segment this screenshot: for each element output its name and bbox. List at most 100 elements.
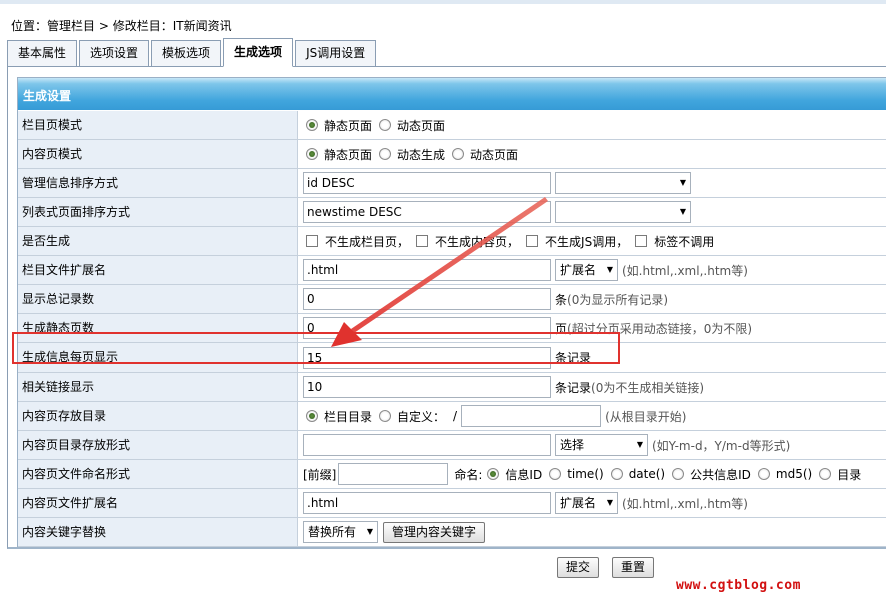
row-manage-order: 管理信息排序方式 id DESC ▼ bbox=[18, 169, 886, 198]
content-dir-custom-label: 自定义： bbox=[397, 409, 446, 424]
breadcrumb-prefix: 位置： bbox=[11, 19, 48, 33]
naming-date-radio[interactable] bbox=[610, 468, 623, 480]
chevron-down-icon: ▼ bbox=[366, 527, 373, 536]
dir-format-select[interactable]: 选择 ▼ bbox=[555, 434, 648, 456]
static-pages-input[interactable]: 0 bbox=[303, 317, 551, 339]
per-page-label: 生成信息每页显示 bbox=[18, 343, 298, 372]
list-mode-static-radio[interactable] bbox=[306, 119, 318, 131]
content-mode-dynamic-page-radio[interactable] bbox=[452, 148, 465, 160]
content-ext-select[interactable]: 扩展名 ▼ bbox=[555, 492, 618, 514]
dir-format-hint: (如Y-m-d，Y/m-d等形式) bbox=[652, 438, 791, 453]
per-page-input[interactable]: 15 bbox=[303, 346, 551, 369]
row-static-pages: 生成静态页数 0 页 (超过分页采用动态链接，0为不限) bbox=[18, 314, 886, 343]
content-dir-hint: (从根目录开始) bbox=[605, 409, 687, 424]
chevron-down-icon: ▼ bbox=[636, 440, 643, 449]
chevron-down-icon: ▼ bbox=[606, 265, 613, 274]
naming-public-id-label: 公共信息ID bbox=[690, 467, 751, 482]
row-total-records: 显示总记录数 0 条 (0为显示所有记录) bbox=[18, 285, 886, 314]
breadcrumb: 位置：管理栏目 > 修改栏目：IT新闻资讯 bbox=[11, 18, 232, 34]
list-ext-input[interactable]: .html bbox=[303, 259, 551, 281]
file-naming-prefix-input[interactable] bbox=[338, 463, 449, 485]
list-ext-select-value: 扩展名 bbox=[560, 263, 597, 277]
row-keyword-replace: 内容关键字替换 替换所有 ▼ 管理内容关键字 bbox=[18, 518, 886, 547]
list-ext-select[interactable]: 扩展名 ▼ bbox=[555, 259, 618, 281]
no-content-page-checkbox[interactable] bbox=[416, 235, 429, 247]
breadcrumb-current: 修改栏目：IT新闻资讯 bbox=[112, 19, 232, 33]
no-tag-call-label: 标签不调用 bbox=[654, 234, 715, 249]
no-js-call-label: 不生成JS调用， bbox=[545, 234, 629, 249]
content-dir-column-label: 栏目目录 bbox=[324, 409, 373, 424]
total-records-unit: 条 bbox=[555, 292, 568, 307]
naming-directory-label: 目录 bbox=[837, 467, 862, 482]
tab-template-options[interactable]: 模板选项 bbox=[151, 40, 222, 67]
content-ext-label: 内容页文件扩展名 bbox=[18, 489, 298, 517]
list-mode-dynamic-radio[interactable] bbox=[379, 119, 392, 131]
content-ext-input[interactable]: .html bbox=[303, 492, 551, 514]
naming-info-id-radio[interactable] bbox=[487, 468, 500, 480]
keyword-replace-select-value: 替换所有 bbox=[308, 525, 357, 539]
tab-js-call-settings[interactable]: JS调用设置 bbox=[295, 40, 377, 67]
naming-time-radio[interactable] bbox=[549, 468, 562, 480]
breadcrumb-root-link[interactable]: 管理栏目 bbox=[47, 19, 95, 33]
content-mode-label: 内容页模式 bbox=[18, 140, 298, 168]
list-mode-static-label: 静态页面 bbox=[324, 118, 373, 133]
list-mode-dynamic-label: 动态页面 bbox=[397, 118, 446, 133]
static-pages-hint: (超过分页采用动态链接，0为不限) bbox=[567, 321, 753, 336]
content-mode-static-radio[interactable] bbox=[306, 148, 318, 160]
content-dir-slash: / bbox=[453, 409, 458, 423]
no-js-call-checkbox[interactable] bbox=[526, 235, 539, 247]
content-ext-select-value: 扩展名 bbox=[560, 496, 597, 510]
dir-format-select-value: 选择 bbox=[560, 438, 585, 452]
row-generate: 是否生成 不生成栏目页， 不生成内容页， 不生成JS调用， 标签不调用 bbox=[18, 227, 886, 256]
tab-basic-properties[interactable]: 基本属性 bbox=[7, 40, 78, 67]
tab-generate-options[interactable]: 生成选项 bbox=[223, 38, 294, 67]
no-tag-call-checkbox[interactable] bbox=[635, 235, 648, 247]
list-ext-hint: (如.html,.xml,.htm等) bbox=[622, 263, 748, 278]
keyword-replace-label: 内容关键字替换 bbox=[18, 518, 298, 546]
list-order-input[interactable]: newstime DESC bbox=[303, 201, 551, 223]
content-mode-dynamic-generate-label: 动态生成 bbox=[397, 147, 446, 162]
file-naming-label: 内容页文件命名形式 bbox=[18, 460, 298, 488]
submit-button[interactable]: 提交 bbox=[557, 557, 600, 578]
row-related-links: 相关链接显示 10 条记录 (0为不生成相关链接) bbox=[18, 373, 886, 402]
row-list-order: 列表式页面排序方式 newstime DESC ▼ bbox=[18, 198, 886, 227]
row-list-ext: 栏目文件扩展名 .html 扩展名 ▼ (如.html,.xml,.htm等) bbox=[18, 256, 886, 285]
naming-md5-radio[interactable] bbox=[757, 468, 770, 480]
total-records-label: 显示总记录数 bbox=[18, 285, 298, 313]
no-content-page-label: 不生成内容页， bbox=[435, 234, 520, 249]
reset-button[interactable]: 重置 bbox=[612, 557, 655, 578]
file-naming-name-label: 命名: bbox=[454, 467, 483, 482]
content-dir-input[interactable] bbox=[461, 405, 602, 427]
content-mode-dynamic-page-label: 动态页面 bbox=[470, 147, 519, 162]
manage-order-select[interactable]: ▼ bbox=[555, 172, 691, 194]
generate-settings-form: 生成设置 栏目页模式 静态页面 动态页面 内容页模式 静态页面 动态生成 动态页… bbox=[17, 77, 886, 547]
naming-info-id-label: 信息ID bbox=[505, 467, 543, 482]
content-dir-custom-radio[interactable] bbox=[379, 410, 392, 422]
naming-md5-label: md5() bbox=[775, 467, 813, 481]
list-order-select[interactable]: ▼ bbox=[555, 201, 691, 223]
related-links-label: 相关链接显示 bbox=[18, 373, 298, 401]
total-records-input[interactable]: 0 bbox=[303, 288, 551, 310]
chevron-down-icon: ▼ bbox=[679, 178, 686, 187]
content-dir-column-radio[interactable] bbox=[306, 410, 318, 422]
manage-keywords-button[interactable]: 管理内容关键字 bbox=[383, 521, 486, 543]
naming-time-label: time() bbox=[567, 467, 604, 481]
row-content-dir: 内容页存放目录 栏目目录 自定义： / (从根目录开始) bbox=[18, 402, 886, 431]
manage-order-input[interactable]: id DESC bbox=[303, 172, 551, 194]
top-border bbox=[0, 0, 886, 4]
content-mode-static-label: 静态页面 bbox=[324, 147, 373, 162]
no-list-page-checkbox[interactable] bbox=[306, 235, 318, 247]
dir-format-input[interactable] bbox=[303, 434, 551, 456]
related-links-hint: (0为不生成相关链接) bbox=[591, 380, 705, 395]
naming-public-id-radio[interactable] bbox=[672, 468, 685, 480]
keyword-replace-select[interactable]: 替换所有 ▼ bbox=[303, 521, 378, 543]
static-pages-label: 生成静态页数 bbox=[18, 314, 298, 342]
naming-directory-radio[interactable] bbox=[819, 468, 832, 480]
manage-order-label: 管理信息排序方式 bbox=[18, 169, 298, 197]
tab-option-settings[interactable]: 选项设置 bbox=[79, 40, 150, 67]
content-mode-dynamic-generate-radio[interactable] bbox=[379, 148, 392, 160]
per-page-unit: 条记录 bbox=[555, 351, 592, 365]
related-links-input[interactable]: 10 bbox=[303, 376, 551, 398]
list-order-label: 列表式页面排序方式 bbox=[18, 198, 298, 226]
row-file-naming: 内容页文件命名形式 [前缀] 命名: 信息ID time() date() 公共… bbox=[18, 460, 886, 489]
